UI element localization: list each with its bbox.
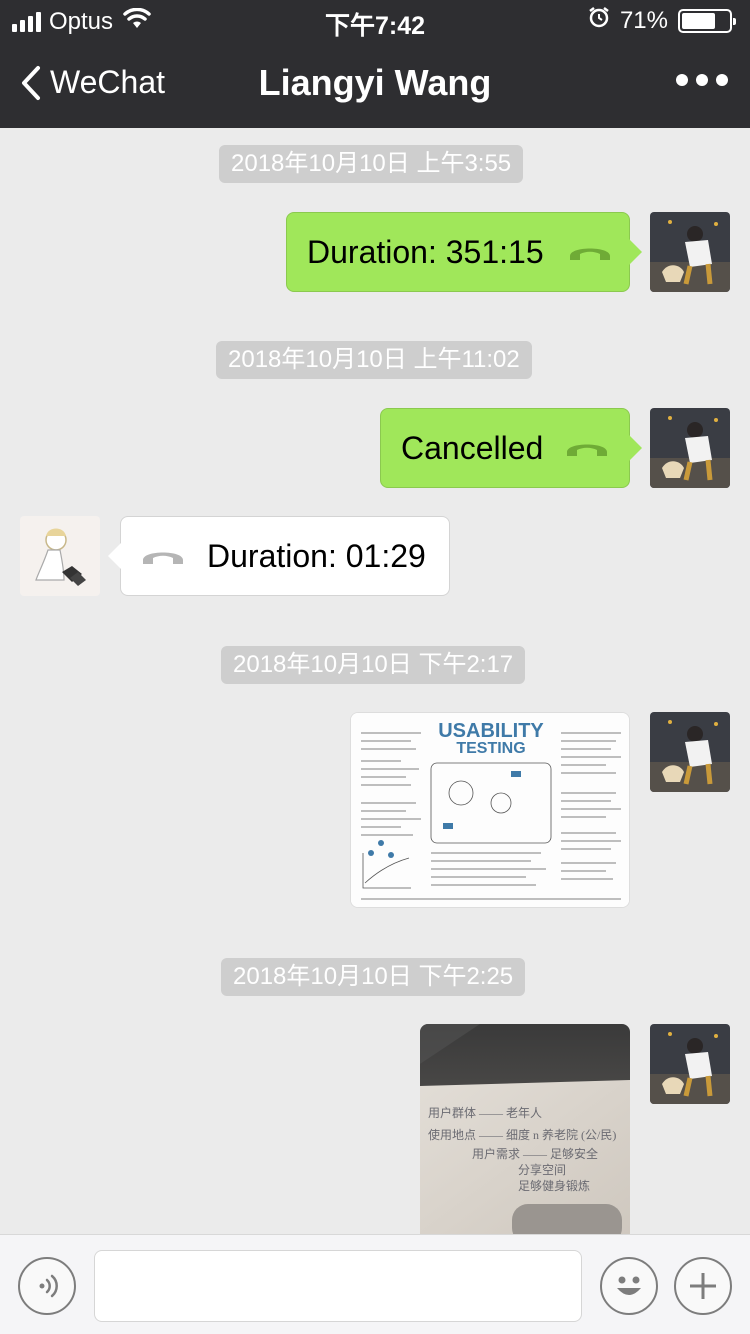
note-line: 足够健身锻炼 [518, 1179, 591, 1193]
note-line: 使用地点 —— 细度 n 养老院 (公/民) [428, 1128, 617, 1142]
image-message-photo[interactable]: 用户群体 —— 老年人 使用地点 —— 细度 n 养老院 (公/民) 用户需求 … [420, 1024, 630, 1234]
outgoing-call-bubble[interactable]: Cancelled [380, 408, 642, 488]
timestamp: 2018年10月10日 下午2:25 [221, 958, 526, 996]
input-bar [0, 1234, 750, 1334]
voice-icon[interactable] [18, 1257, 76, 1315]
battery-percent: 71% [619, 6, 668, 34]
nav-bar: WeChat Liangyi Wang [0, 40, 750, 128]
timestamp: 2018年10月10日 上午3:55 [219, 145, 524, 183]
status-right: 71% [588, 6, 736, 35]
more-dots-icon[interactable] [676, 74, 728, 86]
phone-hangup-icon [567, 444, 608, 456]
battery-fill [682, 12, 715, 29]
phone-hangup-icon [569, 248, 610, 260]
my-avatar[interactable] [650, 408, 730, 488]
contact-avatar[interactable] [20, 516, 100, 596]
sketch-subtitle: TESTING [456, 740, 525, 757]
note-line: 用户群体 —— 老年人 [428, 1106, 543, 1120]
note-line: 分享空间 [518, 1163, 567, 1177]
back-button[interactable]: WeChat [20, 64, 165, 101]
battery-icon [678, 8, 736, 33]
emoji-icon[interactable] [600, 1257, 658, 1315]
back-label: WeChat [50, 64, 166, 100]
timestamp: 2018年10月10日 上午11:02 [216, 341, 532, 379]
chevron-left-icon [22, 65, 40, 100]
call-duration-text: Duration: 351:15 [307, 233, 544, 270]
message-input[interactable] [94, 1250, 582, 1322]
call-duration-text: Duration: 01:29 [207, 537, 426, 574]
note-text: 用户群体 —— 老年人 使用地点 —— 细度 n 养老院 (公/民) 用户需求 … [428, 1102, 624, 1194]
call-status-text: Cancelled [401, 429, 544, 466]
note-line: 用户需求 —— 足够安全 [472, 1147, 599, 1161]
alarm-icon [588, 6, 610, 35]
incoming-call-bubble[interactable]: Duration: 01:29 [108, 516, 450, 596]
my-avatar[interactable] [650, 712, 730, 792]
my-avatar[interactable] [650, 1024, 730, 1104]
sketch-title: USABILITY [438, 720, 544, 742]
sketchnote-image: USABILITY TESTING [351, 713, 629, 907]
plus-icon[interactable] [674, 1257, 732, 1315]
timestamp: 2018年10月10日 下午2:17 [221, 646, 526, 684]
my-avatar[interactable] [650, 212, 730, 292]
header: Optus 下午7:42 71% WeChat Liangyi Wang [0, 0, 750, 128]
image-message-sketchnote[interactable]: USABILITY TESTING [350, 712, 630, 908]
status-bar: Optus 下午7:42 71% [0, 0, 750, 40]
phone-hangup-icon [143, 552, 183, 564]
outgoing-call-bubble[interactable]: Duration: 351:15 [286, 212, 642, 292]
